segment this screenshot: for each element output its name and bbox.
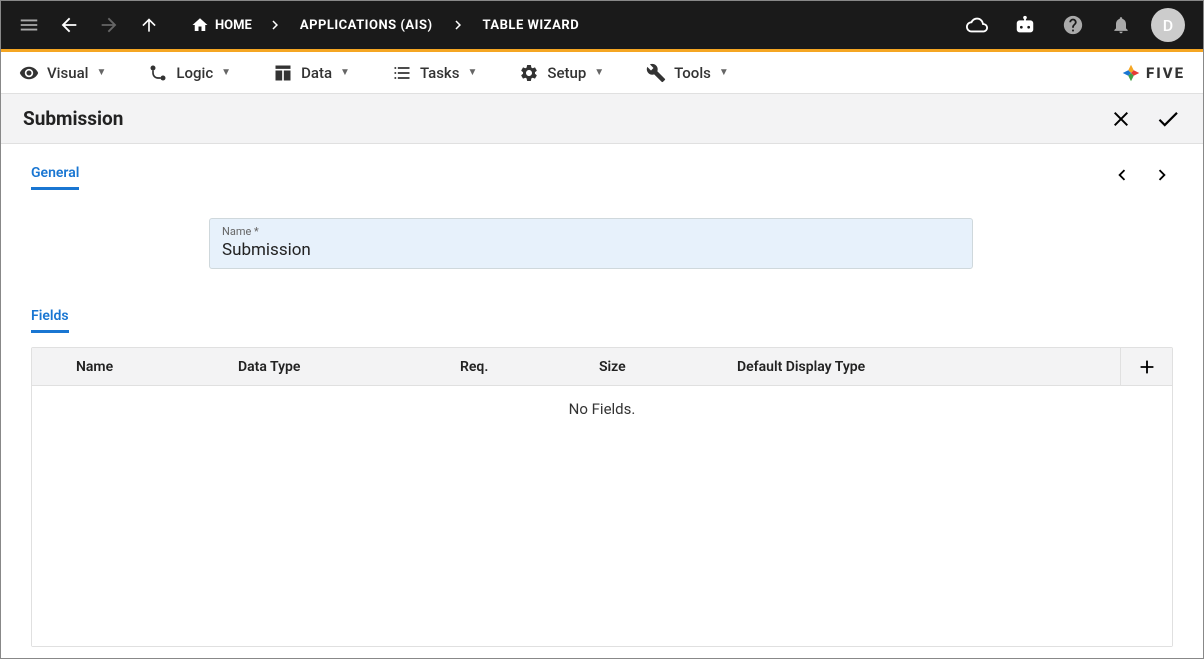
menu-data[interactable]: Data▼ xyxy=(273,63,350,83)
fields-tab[interactable]: Fields xyxy=(31,308,69,333)
breadcrumb-applications[interactable]: APPLICATIONS (AIS) xyxy=(292,18,441,33)
chevron-right-icon xyxy=(262,16,288,34)
menubar: Visual▼ Logic▼ Data▼ Tasks▼ Setup▼ Tools… xyxy=(1,52,1203,94)
avatar-letter: D xyxy=(1163,16,1173,35)
back-icon[interactable] xyxy=(51,7,87,43)
col-data-type: Data Type xyxy=(238,359,300,375)
menu-logic[interactable]: Logic▼ xyxy=(148,63,231,83)
table-body: No Fields. xyxy=(32,386,1172,646)
menu-setup[interactable]: Setup▼ xyxy=(519,63,604,83)
topbar: HOME APPLICATIONS (AIS) TABLE WIZARD D xyxy=(1,1,1203,52)
close-icon[interactable] xyxy=(1109,106,1133,132)
fields-table: Name Data Type Req. Size Default Display… xyxy=(31,347,1173,647)
menu-tools[interactable]: Tools▼ xyxy=(646,63,729,83)
menu-tasks-label: Tasks xyxy=(420,64,460,82)
robot-icon[interactable] xyxy=(1007,7,1043,43)
breadcrumb-current[interactable]: TABLE WIZARD xyxy=(475,18,588,33)
content: General Name * Submission Fields Name Da… xyxy=(1,144,1203,667)
col-req: Req. xyxy=(460,359,488,375)
topbar-right: D xyxy=(959,7,1193,43)
menu-visual-label: Visual xyxy=(47,64,88,82)
add-field-button[interactable] xyxy=(1120,348,1172,386)
empty-message: No Fields. xyxy=(569,400,636,418)
forward-icon xyxy=(91,7,127,43)
name-field[interactable]: Name * Submission xyxy=(209,218,973,269)
col-default-display: Default Display Type xyxy=(737,359,865,375)
help-icon[interactable] xyxy=(1055,7,1091,43)
general-section-header: General xyxy=(31,164,1173,190)
menu-visual[interactable]: Visual▼ xyxy=(19,63,106,83)
prev-icon[interactable] xyxy=(1111,164,1133,190)
breadcrumb-home[interactable]: HOME xyxy=(185,16,258,34)
avatar[interactable]: D xyxy=(1151,8,1185,42)
up-icon[interactable] xyxy=(131,7,167,43)
page-title: Submission xyxy=(23,107,123,130)
next-icon[interactable] xyxy=(1151,164,1173,190)
menu-data-label: Data xyxy=(301,64,332,82)
chevron-right-icon xyxy=(445,16,471,34)
check-icon[interactable] xyxy=(1155,106,1181,132)
menu-logic-label: Logic xyxy=(176,64,213,82)
topbar-left: HOME APPLICATIONS (AIS) TABLE WIZARD xyxy=(11,7,587,43)
col-name: Name xyxy=(76,359,113,375)
general-tab[interactable]: General xyxy=(31,165,79,190)
menu-tools-label: Tools xyxy=(674,64,711,82)
menu-setup-label: Setup xyxy=(547,64,586,82)
name-field-label: Name * xyxy=(222,225,960,238)
page-header: Submission xyxy=(1,94,1203,144)
breadcrumb-home-label: HOME xyxy=(215,18,252,33)
fields-section: Fields Name Data Type Req. Size Default … xyxy=(31,305,1173,647)
col-size: Size xyxy=(599,359,626,375)
table-header: Name Data Type Req. Size Default Display… xyxy=(32,348,1172,386)
brand-text: FIVE xyxy=(1146,64,1185,82)
name-field-value: Submission xyxy=(222,238,960,260)
menu-tasks[interactable]: Tasks▼ xyxy=(392,63,477,83)
bell-icon[interactable] xyxy=(1103,7,1139,43)
cloud-icon[interactable] xyxy=(959,7,995,43)
brand-logo: FIVE xyxy=(1120,62,1185,84)
menu-icon[interactable] xyxy=(11,7,47,43)
